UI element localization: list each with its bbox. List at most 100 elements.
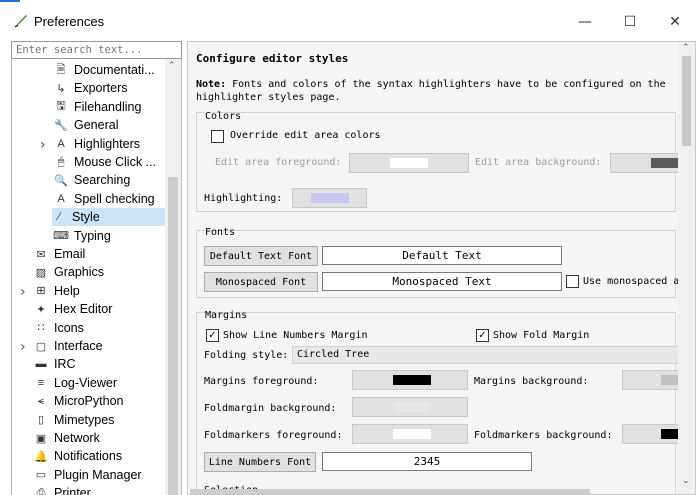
show-line-numbers-checkbox[interactable]: ✓ — [206, 329, 219, 342]
foldmarkers-fg-swatch — [393, 429, 431, 439]
title-bar: Preferences — ☐ ✕ — [0, 0, 696, 44]
tree-item-mimetypes[interactable]: ▯ Mimetypes — [34, 411, 114, 429]
expand-arrow-icon[interactable]: › — [20, 284, 26, 300]
tree-item-exporters[interactable]: ↳ Exporters — [54, 79, 128, 97]
tree-item-printer[interactable]: ⎙ Printer — [34, 484, 91, 495]
tree-item-searching[interactable]: 🔍 Searching — [54, 171, 130, 189]
minimize-button[interactable]: — — [565, 8, 605, 36]
scroll-up-icon[interactable]: ⌃ — [682, 43, 690, 53]
window-title: Preferences — [34, 14, 105, 29]
app-icon — [14, 15, 27, 28]
mouse-icon: 🖱 — [57, 155, 65, 168]
help-icon: ⊞ — [36, 285, 46, 298]
tree-item-highlighters[interactable]: A Highlighters — [54, 135, 140, 153]
foldmarkers-fg-button[interactable] — [352, 424, 468, 444]
default-font-button[interactable]: Default Text Font — [204, 246, 318, 266]
tree-item-filehandling[interactable]: 🖫 Filehandling — [54, 98, 141, 116]
tree-item-icons[interactable]: ∷ Icons — [34, 319, 84, 337]
margins-fg-swatch — [393, 375, 431, 385]
foldmargin-bg-swatch — [393, 402, 431, 412]
expand-arrow-icon[interactable]: › — [40, 137, 46, 153]
tree-item-spell-checking[interactable]: A Spell checking — [54, 190, 155, 208]
edit-area-fg-button[interactable] — [349, 153, 469, 173]
irc-icon: ▬ — [35, 358, 47, 371]
tree-item-graphics[interactable]: ▨ Graphics — [34, 263, 104, 281]
plugin-icon: ▭ — [35, 469, 47, 482]
export-icon: ↳ — [56, 82, 66, 95]
edit-area-fg-swatch — [390, 158, 428, 168]
show-line-numbers-label: Show Line Numbers Margin — [223, 330, 368, 341]
note-body-2: highlighter styles page. — [196, 92, 341, 103]
preferences-tree: 🗎 Documentati... ↳ Exporters 🖫 Filehandling 🔧 G… — [11, 59, 182, 495]
margins-fg-button[interactable] — [352, 370, 468, 390]
tree-item-label: Documentati... — [74, 63, 155, 77]
show-fold-margin-checkbox[interactable]: ✓ — [476, 329, 489, 342]
tree-item-label: Spell checking — [74, 191, 155, 206]
search-input[interactable] — [11, 41, 182, 59]
monospaced-font-sample: Monospaced Text — [322, 272, 562, 291]
close-button[interactable]: ✕ — [655, 8, 695, 36]
highlighting-swatch — [311, 193, 349, 203]
tree-item-label: Style — [72, 210, 100, 225]
tree-item-label: Hex Editor — [54, 302, 113, 317]
tree-item-irc[interactable]: ▬ IRC — [34, 355, 76, 373]
use-monospaced-checkbox[interactable] — [566, 275, 579, 288]
highlighting-color-button[interactable] — [292, 188, 367, 208]
horizontal-scrollbar[interactable] — [170, 487, 600, 495]
tree-item-style[interactable]: ∕ Style — [52, 208, 166, 227]
tree-item-general[interactable]: 🔧 General — [54, 116, 118, 134]
tree-item-label: Plugin Manager — [54, 467, 142, 482]
tree-item-label: MicroPython — [54, 394, 124, 409]
tree-item-email[interactable]: ✉ Email — [34, 245, 85, 263]
settings-scroll-thumb[interactable] — [682, 56, 691, 146]
margins-bg-label: Margins background: — [474, 376, 589, 387]
email-icon: ✉ — [36, 248, 46, 261]
line-numbers-font-button[interactable]: Line Numbers Font — [204, 452, 316, 472]
margins-group-title: Margins — [205, 310, 248, 321]
tree-item-label: Mouse Click ... — [74, 155, 156, 169]
tree-item-label: Highlighters — [74, 136, 141, 151]
tree-item-documentati[interactable]: 🗎 Documentati... — [54, 61, 155, 79]
highlighting-label: Highlighting: — [204, 193, 283, 204]
tree-item-micropython[interactable]: ⪪ MicroPython — [34, 392, 124, 410]
override-colors-label: Override edit area colors — [230, 130, 381, 141]
tree-item-mouse-click[interactable]: 🖱 Mouse Click ... — [54, 153, 156, 171]
horizontal-scroll-thumb[interactable] — [190, 489, 590, 494]
tree-item-label: Graphics — [54, 265, 105, 280]
override-colors-checkbox[interactable] — [211, 130, 224, 143]
tree-item-notifications[interactable]: 🔔 Notifications — [34, 447, 122, 465]
tree-item-label: Searching — [74, 173, 131, 188]
note-text: Note: Fonts and colors of the syntax hig… — [196, 78, 686, 104]
foldmargin-bg-button[interactable] — [352, 397, 468, 417]
foldmarkers-bg-label: Foldmarkers background: — [474, 430, 613, 441]
expand-arrow-icon[interactable]: › — [20, 339, 26, 355]
icons-icon: ∷ — [37, 322, 45, 335]
save-icon: 🖫 — [56, 100, 66, 113]
tree-item-log-viewer[interactable]: ≡ Log-Viewer — [34, 374, 117, 392]
tree-item-hex-editor[interactable]: ✦ Hex Editor — [34, 300, 112, 318]
tree-item-label: Email — [54, 247, 86, 261]
tree-item-label: Help — [54, 283, 80, 298]
settings-scrollbar[interactable]: ⌃ ⌄ — [678, 42, 695, 494]
tree-item-label: Printer — [54, 486, 91, 495]
foldmargin-bg-label: Foldmargin background: — [204, 403, 337, 414]
maximize-button[interactable]: ☐ — [610, 8, 650, 36]
tree-item-typing[interactable]: ⌨ Typing — [53, 227, 111, 245]
mimetypes-icon: ▯ — [37, 414, 45, 427]
scroll-down-icon[interactable]: ⌄ — [682, 476, 690, 486]
edit-area-bg-swatch — [651, 158, 681, 168]
monospaced-font-button[interactable]: Monospaced Font — [204, 272, 318, 292]
tree-item-help[interactable]: ⊞ Help — [34, 282, 80, 300]
scroll-up-icon[interactable]: ⌃ — [168, 61, 176, 71]
tree-scrollbar[interactable]: ⌃ — [165, 59, 181, 495]
wrench-icon: 🔧 — [54, 119, 68, 132]
page-title: Configure editor styles — [196, 52, 349, 65]
tree-scroll-thumb[interactable] — [168, 177, 178, 495]
tree-item-network[interactable]: ▣ Network — [34, 429, 100, 447]
tree-item-label: Exporters — [74, 81, 128, 96]
tree-item-plugin-manager[interactable]: ▭ Plugin Manager — [34, 466, 142, 484]
folding-style-select[interactable]: Circled Tree — [292, 346, 692, 364]
hex-editor-icon: ✦ — [36, 303, 46, 316]
show-fold-margin-label: Show Fold Margin — [493, 330, 590, 341]
tree-item-interface[interactable]: ▢ Interface — [34, 337, 103, 355]
